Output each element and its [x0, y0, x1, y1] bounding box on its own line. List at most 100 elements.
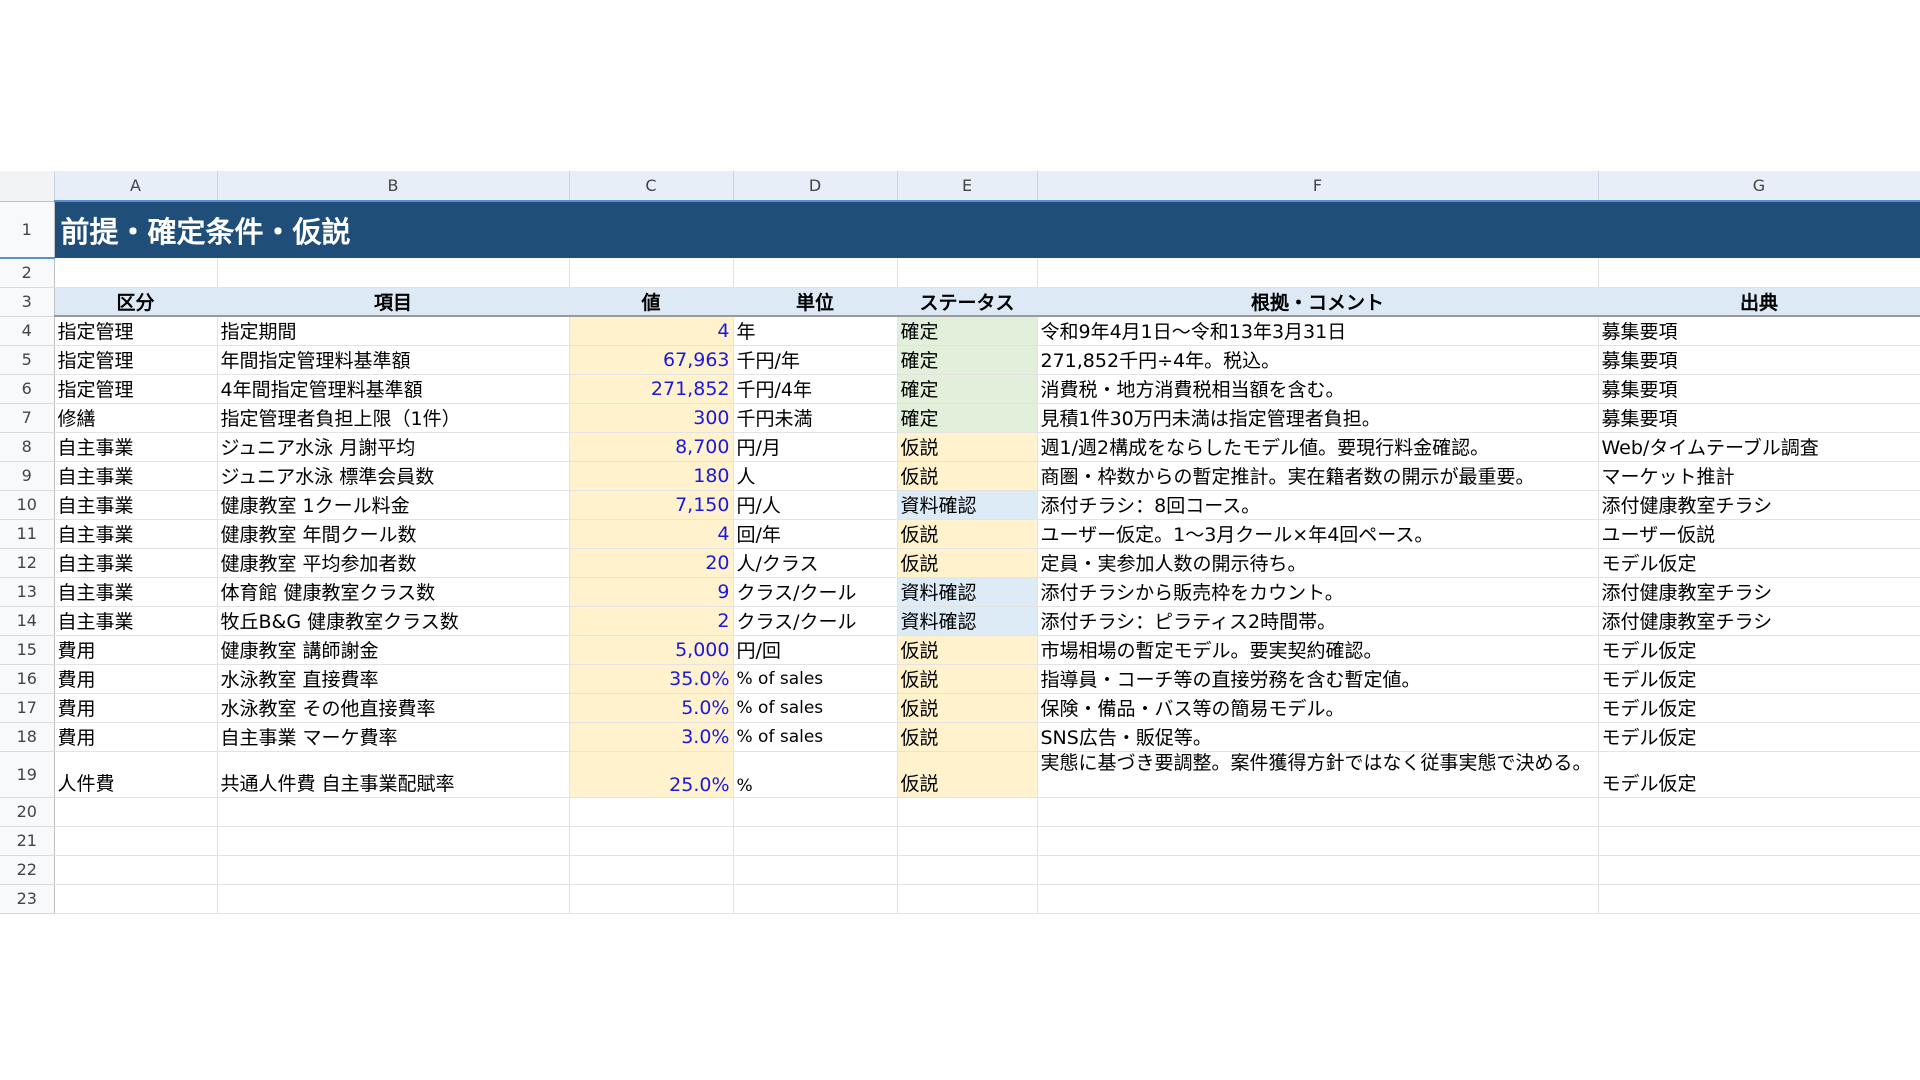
value-cell[interactable]: 67,963: [569, 345, 734, 375]
cell[interactable]: [217, 258, 570, 288]
status-cell[interactable]: 仮説: [897, 461, 1038, 491]
header-comment[interactable]: 根拠・コメント: [1037, 287, 1599, 317]
source-cell[interactable]: 募集要項: [1598, 345, 1920, 375]
cell[interactable]: [733, 884, 898, 914]
category-cell[interactable]: 費用: [54, 722, 218, 752]
category-cell[interactable]: 指定管理: [54, 345, 218, 375]
row-header[interactable]: 4: [0, 316, 55, 346]
row-header[interactable]: 18: [0, 722, 55, 752]
cell[interactable]: [1598, 797, 1920, 827]
unit-cell[interactable]: 円/回: [733, 635, 898, 665]
status-cell[interactable]: 仮説: [897, 693, 1038, 723]
row-header[interactable]: 17: [0, 693, 55, 723]
cell[interactable]: [1037, 258, 1599, 288]
unit-cell[interactable]: 回/年: [733, 519, 898, 549]
unit-cell[interactable]: 人/クラス: [733, 548, 898, 578]
column-header-d[interactable]: D: [733, 171, 898, 202]
row-header[interactable]: 6: [0, 374, 55, 404]
unit-cell[interactable]: % of sales: [733, 693, 898, 723]
row-header[interactable]: 16: [0, 664, 55, 694]
column-header-c[interactable]: C: [569, 171, 734, 202]
row-header[interactable]: 20: [0, 797, 55, 827]
item-cell[interactable]: 水泳教室 その他直接費率: [217, 693, 570, 723]
comment-cell[interactable]: ユーザー仮定。1～3月クール×年4回ペース。: [1037, 519, 1599, 549]
status-cell[interactable]: 仮説: [897, 519, 1038, 549]
category-cell[interactable]: 費用: [54, 635, 218, 665]
category-cell[interactable]: 自主事業: [54, 577, 218, 607]
source-cell[interactable]: 添付健康教室チラシ: [1598, 490, 1920, 520]
category-cell[interactable]: 人件費: [54, 751, 218, 798]
value-cell[interactable]: 5.0%: [569, 693, 734, 723]
row-header[interactable]: 2: [0, 258, 55, 288]
column-header-e[interactable]: E: [897, 171, 1038, 202]
comment-cell[interactable]: 指導員・コーチ等の直接労務を含む暫定値。: [1037, 664, 1599, 694]
row-header[interactable]: 1: [0, 201, 55, 259]
status-cell[interactable]: 確定: [897, 345, 1038, 375]
source-cell[interactable]: 募集要項: [1598, 374, 1920, 404]
status-cell[interactable]: 仮説: [897, 548, 1038, 578]
status-cell[interactable]: 仮説: [897, 664, 1038, 694]
cell[interactable]: [733, 797, 898, 827]
row-header[interactable]: 23: [0, 884, 55, 914]
status-cell[interactable]: 確定: [897, 316, 1038, 346]
item-cell[interactable]: 健康教室 平均参加者数: [217, 548, 570, 578]
category-cell[interactable]: 指定管理: [54, 374, 218, 404]
value-cell[interactable]: 4: [569, 519, 734, 549]
status-cell[interactable]: 資料確認: [897, 490, 1038, 520]
category-cell[interactable]: 自主事業: [54, 461, 218, 491]
category-cell[interactable]: 指定管理: [54, 316, 218, 346]
row-header[interactable]: 22: [0, 855, 55, 885]
item-cell[interactable]: 年間指定管理料基準額: [217, 345, 570, 375]
unit-cell[interactable]: 千円/年: [733, 345, 898, 375]
category-cell[interactable]: 費用: [54, 664, 218, 694]
header-status[interactable]: ステータス: [897, 287, 1038, 317]
value-cell[interactable]: 9: [569, 577, 734, 607]
comment-cell[interactable]: 商圏・枠数からの暫定推計。実在籍者数の開示が最重要。: [1037, 461, 1599, 491]
comment-cell[interactable]: 添付チラシ：ピラティス2時間帯。: [1037, 606, 1599, 636]
comment-cell[interactable]: 見積1件30万円未満は指定管理者負担。: [1037, 403, 1599, 433]
source-cell[interactable]: マーケット推計: [1598, 461, 1920, 491]
unit-cell[interactable]: % of sales: [733, 664, 898, 694]
status-cell[interactable]: 資料確認: [897, 577, 1038, 607]
header-unit[interactable]: 単位: [733, 287, 898, 317]
cell[interactable]: [897, 797, 1038, 827]
unit-cell[interactable]: 円/人: [733, 490, 898, 520]
cell[interactable]: [1037, 826, 1599, 856]
unit-cell[interactable]: %: [733, 751, 898, 798]
value-cell[interactable]: 4: [569, 316, 734, 346]
status-cell[interactable]: 確定: [897, 374, 1038, 404]
source-cell[interactable]: 募集要項: [1598, 316, 1920, 346]
item-cell[interactable]: 体育館 健康教室クラス数: [217, 577, 570, 607]
sheet-title-cell[interactable]: 前提・確定条件・仮説: [54, 201, 1920, 258]
category-cell[interactable]: 自主事業: [54, 432, 218, 462]
value-cell[interactable]: 180: [569, 461, 734, 491]
select-all-corner[interactable]: [0, 171, 55, 202]
category-cell[interactable]: 自主事業: [54, 519, 218, 549]
cell[interactable]: [897, 826, 1038, 856]
row-header[interactable]: 3: [0, 287, 55, 317]
cell[interactable]: [54, 855, 218, 885]
item-cell[interactable]: 自主事業 マーケ費率: [217, 722, 570, 752]
value-cell[interactable]: 35.0%: [569, 664, 734, 694]
source-cell[interactable]: モデル仮定: [1598, 635, 1920, 665]
unit-cell[interactable]: 千円未満: [733, 403, 898, 433]
source-cell[interactable]: 募集要項: [1598, 403, 1920, 433]
source-cell[interactable]: 添付健康教室チラシ: [1598, 577, 1920, 607]
value-cell[interactable]: 8,700: [569, 432, 734, 462]
cell[interactable]: [733, 258, 898, 288]
cell[interactable]: [569, 855, 734, 885]
source-cell[interactable]: モデル仮定: [1598, 548, 1920, 578]
comment-cell[interactable]: 保険・備品・バス等の簡易モデル。: [1037, 693, 1599, 723]
status-cell[interactable]: 仮説: [897, 751, 1038, 798]
cell[interactable]: [217, 797, 570, 827]
cell[interactable]: [733, 855, 898, 885]
cell[interactable]: [54, 826, 218, 856]
comment-cell[interactable]: 週1/週2構成をならしたモデル値。要現行料金確認。: [1037, 432, 1599, 462]
item-cell[interactable]: 4年間指定管理料基準額: [217, 374, 570, 404]
column-header-b[interactable]: B: [217, 171, 570, 202]
source-cell[interactable]: 添付健康教室チラシ: [1598, 606, 1920, 636]
cell[interactable]: [217, 884, 570, 914]
value-cell[interactable]: 3.0%: [569, 722, 734, 752]
unit-cell[interactable]: 円/月: [733, 432, 898, 462]
row-header[interactable]: 19: [0, 751, 55, 798]
